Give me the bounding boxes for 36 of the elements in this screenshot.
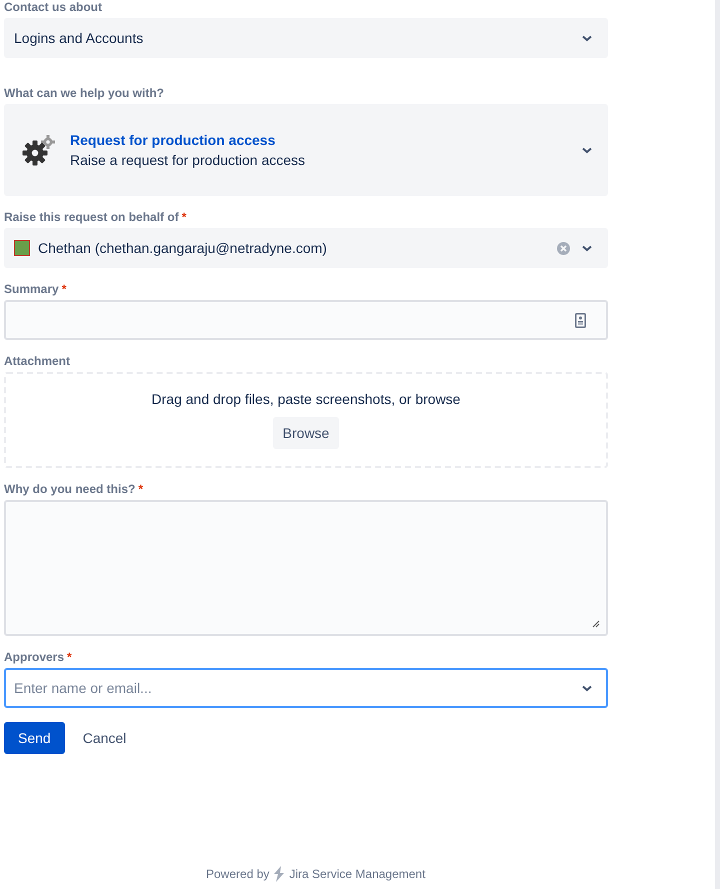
required-mark: * xyxy=(62,282,66,296)
browse-button[interactable]: Browse xyxy=(272,417,340,449)
chevron-down-icon xyxy=(582,684,592,692)
request-type-description: Raise a request for production access xyxy=(70,152,306,168)
field-label: Approvers xyxy=(4,650,64,664)
select-field[interactable]: Enter name or email... xyxy=(4,668,608,708)
resize-handle-icon[interactable] xyxy=(592,620,600,628)
field-label: Raise this request on behalf of xyxy=(4,210,179,224)
clear-icon[interactable] xyxy=(557,242,570,254)
field-label: Contact us about xyxy=(4,0,102,14)
lightning-logo-icon xyxy=(272,866,286,882)
field-label: What can we help you with? xyxy=(4,86,164,100)
contact-card-icon xyxy=(575,312,586,328)
required-mark: * xyxy=(138,482,144,496)
file-drop-zone[interactable]: Drag and drop files, paste screenshots, or browse Browse xyxy=(4,372,608,468)
request-type-select[interactable]: Request for production access Raise a request for production access xyxy=(4,104,608,196)
select-field[interactable]: Logins and Accounts xyxy=(4,18,608,58)
field-label: Why do you need this? xyxy=(4,482,136,496)
avatar-placeholder xyxy=(14,240,30,256)
cancel-button[interactable]: Cancel xyxy=(68,722,140,754)
request-type-title: Request for production access xyxy=(70,132,276,148)
required-mark: * xyxy=(182,210,186,224)
text-area-field[interactable] xyxy=(4,500,608,636)
field-label: Attachment xyxy=(4,354,70,368)
user-select-field[interactable]: Chethan (chethan.gangaraju@netradyne.com) xyxy=(4,228,608,268)
text-input-field[interactable] xyxy=(4,300,608,340)
powered-by-text: Powered by xyxy=(206,867,270,881)
required-mark: * xyxy=(67,650,72,664)
chevron-down-icon xyxy=(582,244,592,252)
chevron-down-icon xyxy=(582,34,592,42)
drop-hint: Drag and drop files, paste screenshots, or browse xyxy=(152,391,460,407)
send-button[interactable]: Send xyxy=(4,722,65,754)
gears-icon xyxy=(22,134,56,166)
field-label: Summary xyxy=(4,282,59,296)
chevron-down-icon xyxy=(582,146,592,154)
product-name[interactable]: Jira Service Management xyxy=(289,867,426,881)
